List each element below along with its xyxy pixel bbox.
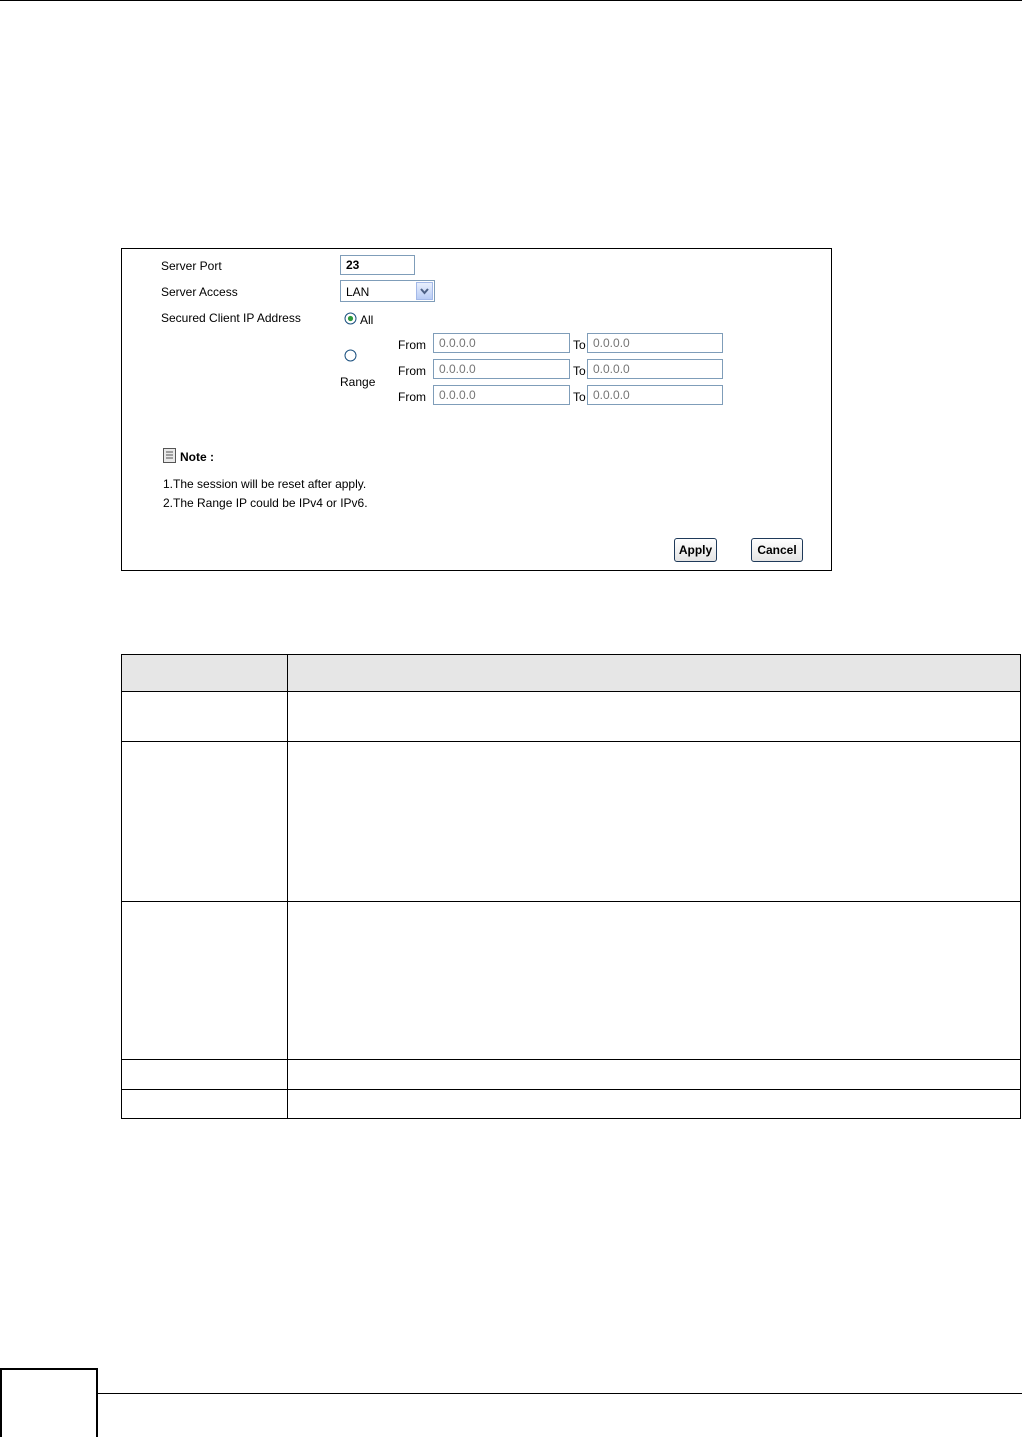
radio-range[interactable] xyxy=(344,349,357,362)
range-3-from-label: From xyxy=(398,390,426,404)
telnet-settings-panel: Server Port Server Access LAN Secured Cl… xyxy=(121,248,832,571)
table-cell xyxy=(287,691,1021,742)
range-2-to-label: To xyxy=(573,364,586,378)
range-3-to-label: To xyxy=(573,390,586,404)
server-access-value: LAN xyxy=(346,285,370,299)
table-header-cell xyxy=(287,654,1021,692)
table-cell xyxy=(287,1089,1021,1119)
footer-rule xyxy=(0,1393,1022,1394)
table-row xyxy=(121,1089,1021,1119)
table-header-row xyxy=(121,654,1021,692)
note-line-2: 2.The Range IP could be IPv4 or IPv6. xyxy=(163,496,368,510)
secured-client-ip-label: Secured Client IP Address xyxy=(161,311,301,325)
range-1-to-input[interactable] xyxy=(587,333,723,353)
note-title: Note : xyxy=(180,450,214,464)
table-cell xyxy=(287,1059,1021,1090)
range-2-from-input[interactable] xyxy=(433,359,570,379)
apply-button[interactable]: Apply xyxy=(674,538,717,562)
radio-all[interactable] xyxy=(344,312,357,325)
cancel-button[interactable]: Cancel xyxy=(751,538,803,562)
server-port-input[interactable] xyxy=(340,255,415,275)
table-cell xyxy=(121,901,288,1060)
table-row xyxy=(121,741,1021,902)
option-all-label: All xyxy=(360,313,374,327)
table-row xyxy=(121,1059,1021,1090)
table-header-cell xyxy=(121,654,288,692)
range-3-from-input[interactable] xyxy=(433,385,570,405)
table-cell xyxy=(287,901,1021,1060)
table-cell xyxy=(287,741,1021,902)
table-cell xyxy=(121,1089,288,1119)
description-table xyxy=(121,654,1021,1119)
chevron-down-icon[interactable] xyxy=(416,282,433,300)
range-1-from-label: From xyxy=(398,338,426,352)
range-2-from-label: From xyxy=(398,364,426,378)
top-rule xyxy=(0,0,1022,1)
page-number-box xyxy=(0,1368,98,1437)
server-access-label: Server Access xyxy=(161,285,238,299)
range-1-to-label: To xyxy=(573,338,586,352)
table-row xyxy=(121,691,1021,742)
option-range-label: Range xyxy=(340,375,376,389)
table-cell xyxy=(121,1059,288,1090)
range-2-to-input[interactable] xyxy=(587,359,723,379)
table-row xyxy=(121,901,1021,1060)
note-icon xyxy=(163,448,176,463)
range-3-to-input[interactable] xyxy=(587,385,723,405)
note-line-1: 1.The session will be reset after apply. xyxy=(163,477,367,491)
table-cell xyxy=(121,691,288,742)
server-port-label: Server Port xyxy=(161,259,222,273)
server-access-select[interactable]: LAN xyxy=(340,280,435,302)
table-cell xyxy=(121,741,288,902)
range-1-from-input[interactable] xyxy=(433,333,570,353)
